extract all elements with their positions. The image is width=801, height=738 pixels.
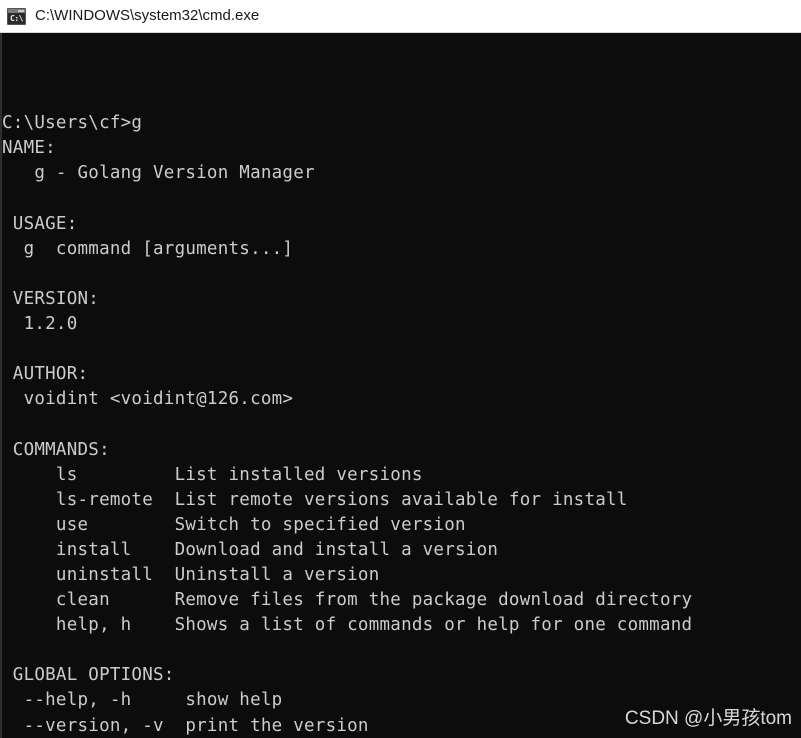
- console-line: 1.2.0: [2, 314, 78, 335]
- console-line: help, h Shows a list of commands or help…: [2, 615, 693, 636]
- console-line: GLOBAL OPTIONS:: [2, 665, 175, 686]
- console-line: COMMANDS:: [2, 439, 110, 460]
- console-line: --version, -v print the version: [2, 715, 369, 736]
- icon-prompt-glyph: C:\: [10, 13, 23, 23]
- console-line: g command [arguments...]: [2, 238, 294, 259]
- console-line: uninstall Uninstall a version: [2, 564, 380, 585]
- console-line: install Download and install a version: [2, 539, 499, 560]
- console-line: C:\Users\cf>g: [2, 113, 143, 134]
- console-line: USAGE:: [2, 213, 78, 234]
- console-line: AUTHOR:: [2, 364, 89, 385]
- console-line: ls-remote List remote versions available…: [2, 489, 628, 510]
- console-line: --help, -h show help: [2, 690, 283, 711]
- console-line: g - Golang Version Manager: [2, 163, 315, 184]
- console-line: NAME:: [2, 138, 56, 159]
- title-bar[interactable]: C:\ C:\WINDOWS\system32\cmd.exe: [0, 0, 801, 33]
- console-line: clean Remove files from the package down…: [2, 590, 693, 611]
- console-output-area[interactable]: C:\Users\cf>g NAME: g - Golang Version Ma…: [0, 33, 801, 738]
- console-line: ls List installed versions: [2, 464, 423, 485]
- console-line: VERSION:: [2, 288, 100, 309]
- cmd-window: C:\ C:\WINDOWS\system32\cmd.exe C:\Users…: [0, 0, 801, 738]
- console-line: use Switch to specified version: [2, 514, 466, 535]
- console-line: voidint <voidint@126.com>: [2, 389, 294, 410]
- window-title: C:\WINDOWS\system32\cmd.exe: [35, 7, 260, 24]
- cmd-console-icon: C:\: [7, 7, 26, 25]
